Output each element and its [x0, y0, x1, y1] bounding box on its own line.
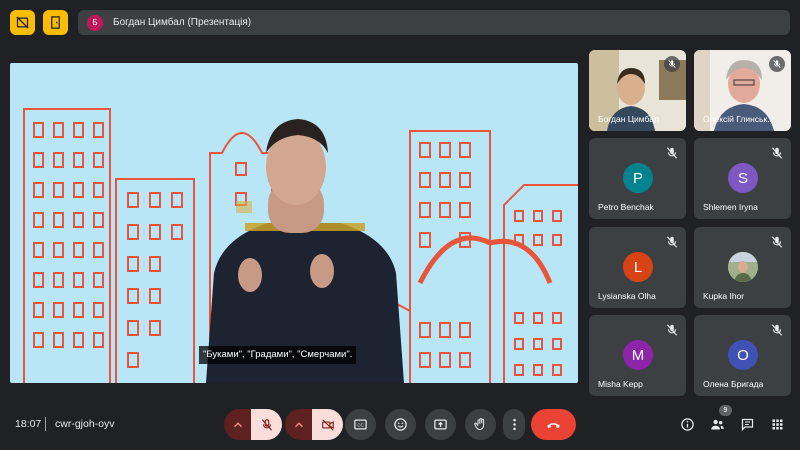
- participant-tile[interactable]: P Petro Benchak: [589, 138, 686, 219]
- more-vert-icon: [512, 418, 516, 431]
- participant-tile[interactable]: M Misha Kepp: [589, 315, 686, 396]
- participant-tile[interactable]: О Олена Бригада: [694, 315, 791, 396]
- participant-count-badge: 9: [719, 405, 732, 416]
- clock-time: 18:07: [15, 418, 42, 430]
- participant-name: Богдан Цимбал: [598, 114, 659, 124]
- participant-tile[interactable]: S Shlemen Iryna: [694, 138, 791, 219]
- mic-off-icon: [771, 147, 783, 159]
- participant-tile[interactable]: Богдан Цимбал: [589, 50, 686, 131]
- reactions-button[interactable]: [385, 409, 416, 440]
- participant-avatar: L: [623, 252, 653, 282]
- mic-off-icon: [666, 147, 678, 159]
- chevron-up-icon: [233, 421, 242, 427]
- people-button[interactable]: [709, 416, 726, 433]
- subtitle-caption: "Буками", "Градами", "Смерчами".: [199, 346, 357, 364]
- present-screen-icon: [434, 419, 447, 430]
- activities-button[interactable]: [769, 416, 786, 433]
- presentation-view: [10, 63, 578, 383]
- mic-off-icon: [666, 236, 678, 248]
- mic-off-icon: [261, 418, 272, 431]
- meeting-time: 18:07: [15, 418, 41, 430]
- mic-off-icon: [666, 324, 678, 336]
- present-button[interactable]: [425, 409, 456, 440]
- closed-captions-icon: CC: [354, 419, 367, 430]
- meeting-details-button[interactable]: [679, 416, 696, 433]
- mic-off-indicator: [664, 56, 680, 72]
- participant-name: Misha Kepp: [598, 379, 643, 389]
- meeting-code: cwr-gjoh-oyv: [55, 418, 115, 430]
- camera-options-button[interactable]: [285, 409, 312, 440]
- mic-options-button[interactable]: [224, 409, 251, 440]
- chat-icon: [741, 418, 754, 432]
- people-icon: [711, 419, 724, 430]
- hide-self-button[interactable]: [10, 10, 35, 35]
- camera-control-group: [285, 409, 343, 440]
- mic-off-icon: [668, 59, 676, 69]
- meet-window: Б Богдан Цимбал (Презентація) "Буками", …: [0, 0, 800, 450]
- info-icon: [681, 418, 694, 431]
- svg-text:CC: CC: [357, 422, 363, 427]
- chat-button[interactable]: [739, 416, 756, 433]
- mic-off-icon: [773, 59, 781, 69]
- captions-button[interactable]: CC: [345, 409, 376, 440]
- hand-icon: [474, 418, 485, 431]
- mic-off-icon: [771, 236, 783, 248]
- presenter-avatar: Б: [87, 14, 103, 31]
- participant-name: Олексій Глинськ...: [703, 114, 775, 124]
- presenter-figure: [206, 119, 404, 383]
- mic-off-indicator: [769, 56, 785, 72]
- divider: [45, 417, 46, 431]
- chevron-up-icon: [294, 421, 303, 427]
- door-icon: [51, 16, 60, 29]
- participant-avatar: S: [728, 163, 758, 193]
- city-illustration: [23, 108, 578, 383]
- phone-hangup-icon: [547, 423, 560, 429]
- participant-tile[interactable]: Kupka Ihor: [694, 227, 791, 308]
- participant-photo-avatar: [728, 252, 758, 282]
- participant-avatar: M: [623, 340, 653, 370]
- participant-avatar: P: [623, 163, 653, 193]
- presenter-title: Богдан Цимбал (Презентація): [113, 17, 252, 28]
- leave-call-button[interactable]: [531, 409, 576, 440]
- camera-toggle-button[interactable]: [312, 409, 343, 440]
- mic-control-group: [224, 409, 282, 440]
- camera-off-icon: [321, 418, 334, 431]
- presenter-bar: Б Богдан Цимбал (Презентація): [78, 10, 790, 35]
- participant-name: Олена Бригада: [703, 379, 764, 389]
- participant-tile[interactable]: Олексій Глинськ...: [694, 50, 791, 131]
- participant-avatar: О: [728, 340, 758, 370]
- participant-name: Shlemen Iryna: [703, 202, 758, 212]
- mic-toggle-button[interactable]: [251, 409, 282, 440]
- raise-hand-button[interactable]: [465, 409, 496, 440]
- exit-presentation-button[interactable]: [43, 10, 68, 35]
- apps-grid-icon: [772, 419, 783, 430]
- participant-tile[interactable]: L Lysianska Olha: [589, 227, 686, 308]
- more-options-button[interactable]: [503, 409, 525, 440]
- participant-name: Petro Benchak: [598, 202, 654, 212]
- participant-name: Kupka Ihor: [703, 291, 745, 301]
- layout-off-icon: [16, 16, 29, 29]
- participant-name: Lysianska Olha: [598, 291, 656, 301]
- mic-off-icon: [771, 324, 783, 336]
- emoji-icon: [394, 418, 407, 431]
